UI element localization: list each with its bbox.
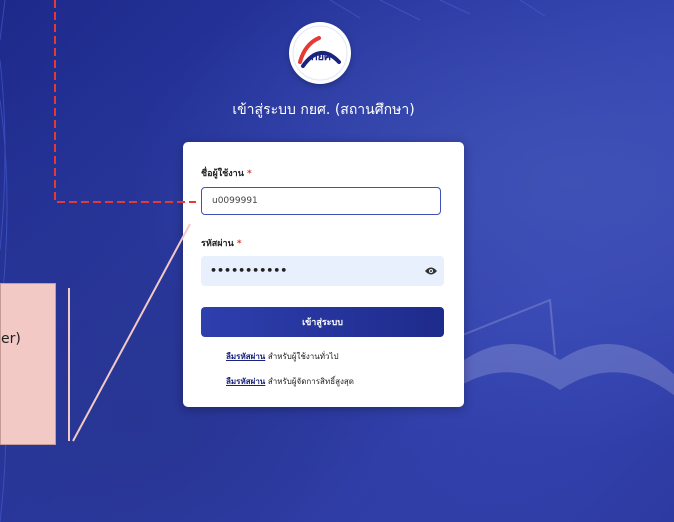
annotation-callout: er) [0, 283, 56, 445]
login-button[interactable]: เข้าสู่ระบบ [201, 307, 444, 337]
general-user-label: สำหรับผู้ใช้งานทั่วไป [267, 352, 339, 361]
forgot-password-general-row: ลืมรหัสผ่าน สำหรับผู้ใช้งานทั่วไป [226, 350, 339, 363]
required-mark: * [247, 169, 252, 179]
password-masked-value: ••••••••••• [210, 264, 288, 277]
annotation-callout-text: er) [1, 331, 21, 347]
forgot-password-general-link[interactable]: ลืมรหัสผ่าน [226, 352, 265, 361]
username-input[interactable] [201, 187, 441, 215]
eye-icon[interactable] [425, 266, 437, 276]
logo: กยศ [289, 22, 351, 84]
required-mark: * [236, 239, 242, 249]
username-label: ชื่อผู้ใช้งาน * [201, 169, 252, 179]
background-book-image [440, 298, 674, 400]
password-label: รหัสผ่าน * [201, 239, 242, 249]
forgot-password-admin-link[interactable]: ลืมรหัสผ่าน [226, 377, 265, 386]
student-loan-fund-logo-icon: กยศ [292, 25, 348, 81]
login-card: ชื่อผู้ใช้งาน * รหัสผ่าน * ••••••••••• เ… [183, 142, 464, 407]
page-title: เข้าสู่ระบบ กยศ. (สถานศึกษา) [232, 102, 415, 118]
super-admin-label: สำหรับผู้จัดการสิทธิ์สูงสุด [267, 377, 354, 386]
forgot-password-admin-row: ลืมรหัสผ่าน สำหรับผู้จัดการสิทธิ์สูงสุด [226, 375, 354, 388]
password-input[interactable]: ••••••••••• [201, 256, 444, 286]
logo-text: กยศ [311, 50, 332, 63]
